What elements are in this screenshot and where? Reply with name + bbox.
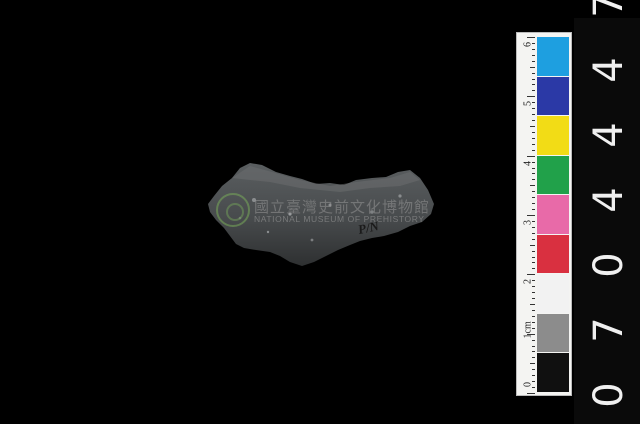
catalog-number-strip: 07044475 [574, 0, 640, 424]
catalog-digit: 4 [586, 57, 632, 83]
catalog-digit: 4 [586, 187, 632, 213]
ruler-tick [527, 215, 535, 216]
ruler-tick [532, 42, 535, 44]
ruler-tick [532, 268, 535, 270]
ruler-tick [532, 203, 535, 205]
ruler-tick [532, 149, 535, 151]
ruler-tick [532, 250, 535, 252]
ruler-tick [527, 274, 535, 276]
ruler-tick [532, 292, 535, 294]
ruler-tick [532, 137, 535, 139]
ruler-tick [532, 256, 535, 258]
ruler-tick [530, 66, 535, 68]
ruler-tick [532, 351, 535, 353]
ruler-tick [532, 48, 535, 50]
ruler-tick [527, 96, 535, 98]
ruler-tick [532, 345, 535, 347]
ruler-label: 1cm [522, 320, 534, 339]
color-swatch [537, 313, 569, 353]
ruler-tick [532, 120, 535, 122]
ruler-tick [532, 197, 535, 199]
ruler-tick [527, 155, 535, 157]
ruler-tick [532, 179, 535, 181]
ruler-tick [532, 220, 535, 222]
ruler-tick [527, 37, 535, 38]
ruler-tick [532, 357, 535, 359]
catalog-digit: 7 [586, 0, 632, 18]
ruler-tick [532, 321, 535, 323]
color-swatch [537, 76, 569, 116]
ruler-tick [530, 126, 535, 127]
ruler-tick [527, 333, 535, 335]
ruler-tick [532, 286, 535, 288]
ruler-tick [532, 280, 535, 282]
ruler-tick [532, 102, 535, 104]
ruler-tick [532, 173, 535, 175]
photo-stage: 國立臺灣史前文化博物館 NATIONAL MUSEUM OF PREHISTOR… [0, 0, 640, 424]
ruler-tick [532, 369, 535, 371]
ruler-tick [530, 185, 535, 187]
ruler-tick [530, 244, 535, 246]
ruler-tick [532, 161, 535, 163]
ruler-tick [532, 381, 535, 383]
ruler-tick [532, 90, 535, 92]
museum-seal-icon [216, 193, 250, 227]
ruler-tick [532, 238, 535, 240]
ruler-tick [532, 298, 535, 300]
ruler-tick [532, 84, 535, 86]
color-swatch [537, 37, 569, 76]
ruler-tick [530, 363, 535, 365]
ruler-tick [532, 143, 535, 145]
color-swatch [537, 195, 569, 234]
color-swatch [537, 353, 569, 392]
ruler-tick [532, 78, 535, 80]
ruler-tick [532, 315, 535, 317]
ruler-tick [532, 167, 535, 169]
scale-bar: 0 1cm 2 3 4 5 6 [516, 32, 572, 396]
color-swatch [537, 234, 569, 274]
color-swatch [537, 116, 569, 155]
ruler-tick [532, 54, 535, 56]
ruler-tick [532, 131, 535, 133]
ruler-tick [532, 60, 535, 62]
ruler-tick [532, 226, 535, 228]
catalog-digit: 0 [586, 252, 632, 278]
ruler-tick [532, 232, 535, 234]
ruler-tick [532, 262, 535, 264]
ruler: 0 1cm 2 3 4 5 6 [521, 37, 535, 394]
catalog-digit: 4 [586, 122, 632, 148]
ruler-tick [532, 309, 535, 311]
color-swatch [537, 274, 569, 313]
museum-watermark: 國立臺灣史前文化博物館 NATIONAL MUSEUM OF PREHISTOR… [216, 193, 436, 229]
ruler-tick [532, 209, 535, 211]
ruler-tick [532, 191, 535, 193]
ruler-tick [532, 339, 535, 341]
ruler-tick [532, 327, 535, 329]
color-swatches [537, 37, 569, 393]
ruler-tick [527, 393, 535, 394]
ruler-tick [530, 304, 535, 305]
watermark-english: NATIONAL MUSEUM OF PREHISTORY [254, 214, 425, 224]
ruler-tick [532, 108, 535, 110]
color-swatch [537, 155, 569, 195]
ruler-tick [532, 387, 535, 389]
ruler-label: 0 [522, 382, 534, 387]
catalog-digit: 7 [586, 317, 632, 343]
ruler-tick [532, 114, 535, 116]
catalog-digit: 0 [586, 382, 632, 408]
ruler-tick [532, 72, 535, 74]
ruler-tick [532, 375, 535, 377]
